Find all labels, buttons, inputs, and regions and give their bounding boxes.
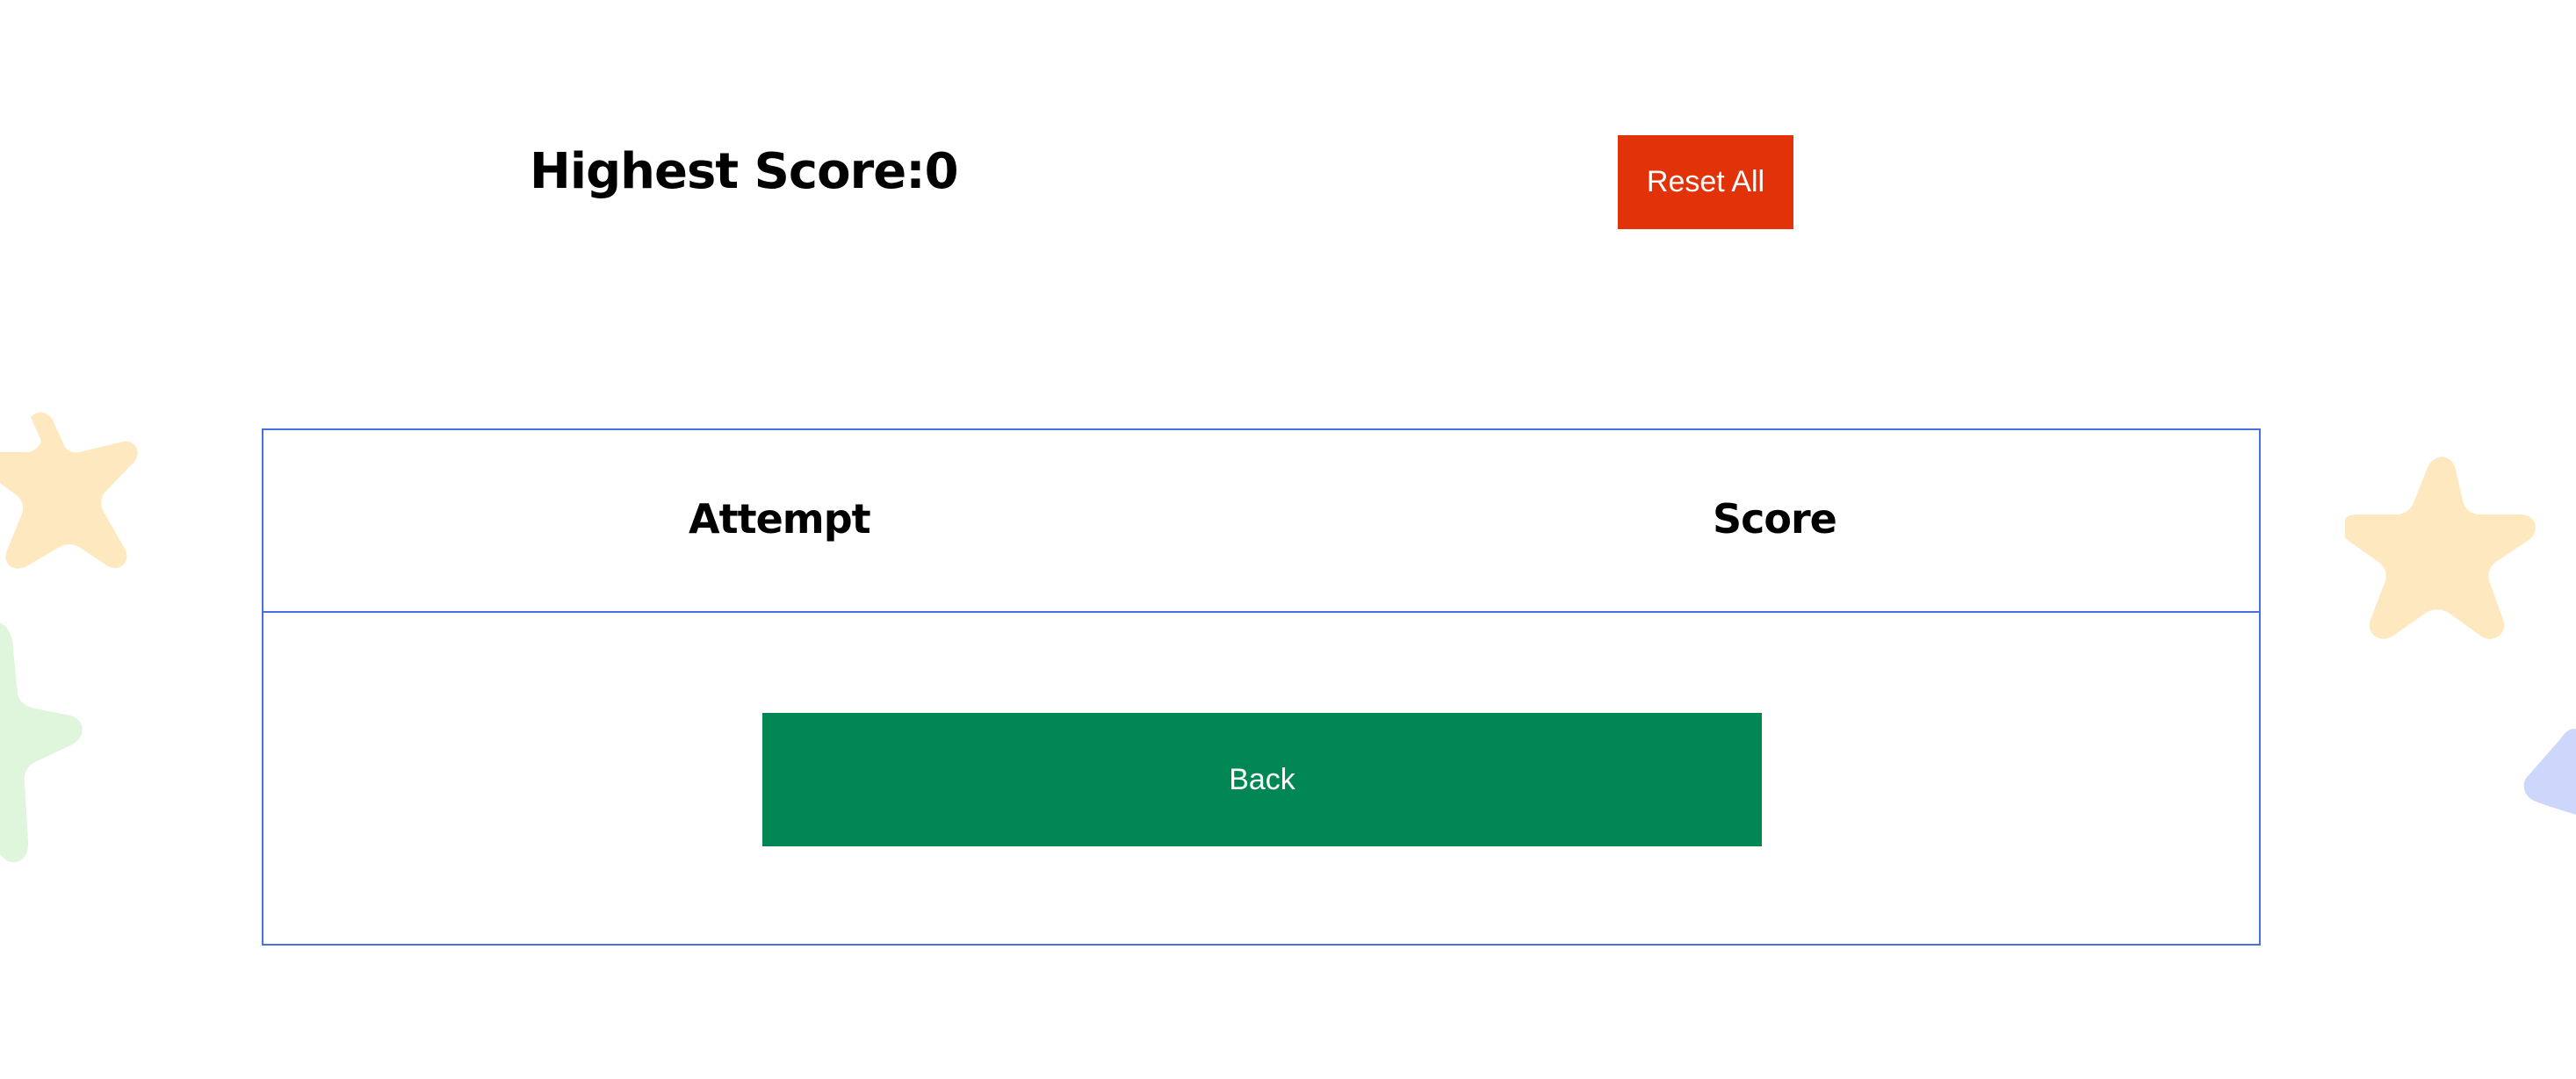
reset-all-button[interactable]: Reset All	[1618, 135, 1793, 229]
highest-score-value: 0	[924, 143, 959, 200]
score-table: Attempt Score Back	[262, 428, 2261, 946]
table-header-row: Attempt Score	[263, 430, 2259, 613]
column-header-attempt: Attempt	[689, 495, 871, 543]
highest-score-label: Highest Score:	[530, 143, 926, 200]
star-icon	[0, 622, 83, 863]
star-icon	[0, 412, 138, 569]
column-header-score: Score	[1713, 495, 1837, 543]
back-button[interactable]: Back	[762, 713, 1762, 846]
star-icon	[2345, 457, 2536, 639]
star-icon	[2523, 729, 2576, 815]
highest-score: Highest Score:0	[530, 147, 959, 197]
